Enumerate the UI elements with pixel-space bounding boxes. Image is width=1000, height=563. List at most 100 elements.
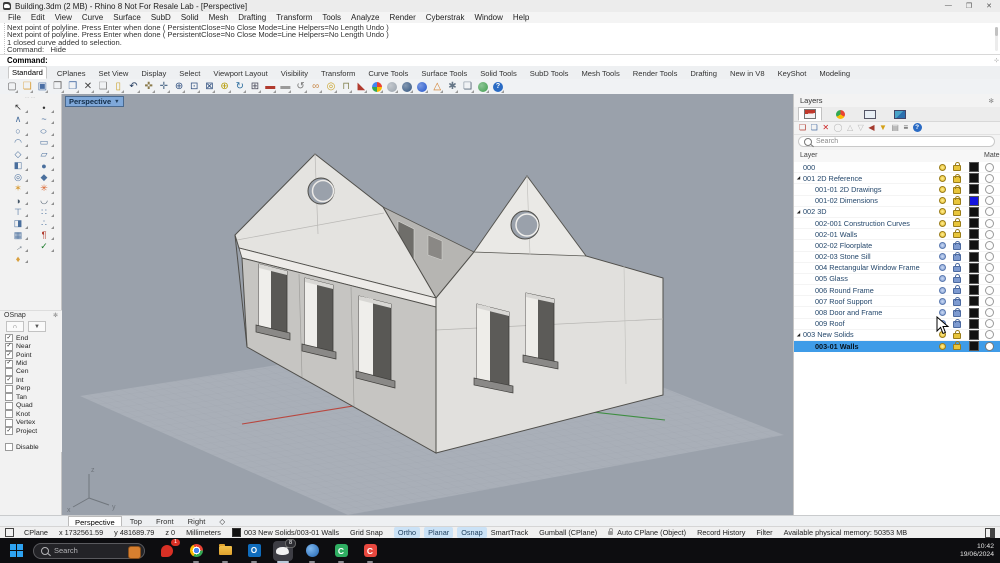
- undo-view-icon[interactable]: ↺: [295, 81, 307, 93]
- coordinate-z[interactable]: z 0: [165, 528, 175, 537]
- menu-render[interactable]: Render: [390, 13, 416, 22]
- layer-material-icon[interactable]: [985, 185, 994, 194]
- osnap-filter-button[interactable]: ▼: [28, 321, 46, 332]
- columns-icon[interactable]: ▤: [891, 124, 899, 132]
- checkbox-cen[interactable]: [5, 368, 13, 376]
- osnap-item-project[interactable]: ✓Project: [0, 427, 62, 435]
- layer-material-icon[interactable]: [985, 330, 994, 339]
- new-viewport-icon[interactable]: ◇: [213, 517, 231, 527]
- layer-visibility-icon[interactable]: [939, 287, 946, 294]
- layer-visibility-icon[interactable]: [939, 208, 946, 215]
- rectangle-icon[interactable]: ▭: [31, 137, 57, 149]
- layer-row[interactable]: 002-03 Stone Sill: [794, 252, 1000, 263]
- rotate-view-icon[interactable]: ↻: [234, 81, 246, 93]
- toolbar-tab-viewport-layout[interactable]: Viewport Layout: [210, 68, 270, 79]
- toolbar-tab-mesh-tools[interactable]: Mesh Tools: [578, 68, 622, 79]
- layer-visibility-icon[interactable]: [939, 298, 946, 305]
- menu-solid[interactable]: Solid: [181, 13, 199, 22]
- block-icon[interactable]: ◨: [5, 218, 31, 230]
- osnap-item-int[interactable]: ✓Int: [0, 376, 62, 384]
- layer-color-swatch[interactable]: [969, 207, 979, 217]
- circle-icon[interactable]: ○: [5, 125, 31, 137]
- menu-cyberstrak[interactable]: Cyberstrak: [426, 13, 465, 22]
- ellipse-icon[interactable]: ○: [31, 125, 57, 137]
- panel-toggle-icon[interactable]: [985, 528, 995, 538]
- layer-material-icon[interactable]: [985, 263, 994, 272]
- layer-row[interactable]: 001-02 Dimensions: [794, 196, 1000, 207]
- flamingo-icon[interactable]: ◣: [355, 81, 367, 93]
- osnap-item-mid[interactable]: ✓Mid: [0, 359, 62, 367]
- layer-material-icon[interactable]: [985, 308, 994, 317]
- osnap-item-end[interactable]: ✓End: [0, 334, 62, 342]
- layer-lock-icon[interactable]: [953, 187, 961, 194]
- layer-visibility-icon[interactable]: [939, 164, 946, 171]
- arc-icon[interactable]: ◠: [5, 137, 31, 149]
- layer-visibility-icon[interactable]: [939, 275, 946, 282]
- toolbar-tab-render-tools[interactable]: Render Tools: [630, 68, 681, 79]
- toolbar-tab-subd-tools[interactable]: SubD Tools: [527, 68, 572, 79]
- named-cplane-icon[interactable]: ▬: [279, 81, 291, 93]
- taskbar-app-camtasia[interactable]: C: [331, 541, 351, 561]
- osnap-item-perp[interactable]: Perp: [0, 385, 62, 393]
- layer-color-swatch[interactable]: [969, 162, 979, 172]
- layer-material-icon[interactable]: [985, 342, 994, 351]
- auto-cplane-toggle[interactable]: Auto CPlane (Object): [608, 528, 686, 537]
- new-file-icon[interactable]: ▢: [6, 81, 18, 93]
- check-icon[interactable]: ✓: [31, 241, 57, 253]
- layer-row[interactable]: 007 Roof Support: [794, 296, 1000, 307]
- layer-material-icon[interactable]: [985, 207, 994, 216]
- toolbar-tab-transform[interactable]: Transform: [318, 68, 358, 79]
- layer-row[interactable]: ◢003 New Solids: [794, 330, 1000, 341]
- layer-lock-icon[interactable]: [953, 221, 961, 228]
- viewport-menu-icon[interactable]: ▼: [114, 99, 119, 105]
- layer-row[interactable]: ◢002 3D: [794, 207, 1000, 218]
- layer-material-icon[interactable]: [985, 274, 994, 283]
- layer-row[interactable]: 006 Round Frame: [794, 285, 1000, 296]
- curve-icon[interactable]: ~: [31, 114, 57, 126]
- menu-mesh[interactable]: Mesh: [209, 13, 229, 22]
- annotate-icon[interactable]: ¶: [31, 230, 57, 242]
- osnap-toggle[interactable]: Osnap: [457, 527, 487, 538]
- layer-visibility-icon[interactable]: [939, 264, 946, 271]
- layer-lock-icon[interactable]: [953, 176, 961, 183]
- checkbox-project[interactable]: ✓: [5, 427, 13, 435]
- osnap-item-near[interactable]: ✓Near: [0, 342, 62, 350]
- osnap-item-knot[interactable]: Knot: [0, 410, 62, 418]
- minimize-button[interactable]: —: [945, 2, 952, 10]
- taskbar-app-chrome[interactable]: [186, 541, 206, 561]
- extrude-icon[interactable]: ✶: [5, 183, 31, 195]
- clipboard-icon[interactable]: ▯: [112, 81, 124, 93]
- print-icon[interactable]: ❒: [52, 81, 64, 93]
- menu-tools[interactable]: Tools: [322, 13, 341, 22]
- layer-material-icon[interactable]: [985, 252, 994, 261]
- array-icon[interactable]: ∷: [31, 206, 57, 218]
- checkbox-tan[interactable]: [5, 393, 13, 401]
- toolbar-tab-modeling[interactable]: Modeling: [816, 68, 853, 79]
- drag-icon[interactable]: →: [5, 241, 31, 253]
- open-file-icon[interactable]: ❏: [21, 81, 33, 93]
- memory-readout[interactable]: Available physical memory: 50353 MB: [784, 528, 908, 537]
- layer-color-swatch[interactable]: [969, 252, 979, 262]
- layer-lock-icon[interactable]: [953, 254, 961, 261]
- render-blue-icon[interactable]: [416, 81, 428, 93]
- announce-icon[interactable]: ◀: [868, 124, 874, 132]
- layer-lock-icon[interactable]: [953, 210, 961, 217]
- menu-drafting[interactable]: Drafting: [238, 13, 266, 22]
- units-button[interactable]: Millimeters: [186, 528, 221, 537]
- tab-display[interactable]: [828, 107, 852, 121]
- osnap-gear-icon[interactable]: ✻: [53, 312, 58, 319]
- circle-tool-icon[interactable]: ◯: [834, 124, 843, 132]
- layer-lock-icon[interactable]: [953, 243, 961, 250]
- layer-material-icon[interactable]: [985, 297, 994, 306]
- render-dark-icon[interactable]: [401, 81, 413, 93]
- layer-visibility-icon[interactable]: [939, 197, 946, 204]
- mesh-sphere-icon[interactable]: ◑: [5, 195, 31, 207]
- layers-cascade-icon[interactable]: ❏: [462, 81, 474, 93]
- select-icon[interactable]: ↖: [5, 102, 31, 114]
- toolbar-tab-solid-tools[interactable]: Solid Tools: [477, 68, 520, 79]
- taskbar-app-outlook[interactable]: O: [244, 541, 264, 561]
- move-icon[interactable]: ✛: [158, 81, 170, 93]
- box-icon[interactable]: ◧: [5, 160, 31, 172]
- panel-menu-icon[interactable]: ≡: [903, 124, 908, 132]
- lamp-tool-icon[interactable]: ♦: [5, 253, 31, 265]
